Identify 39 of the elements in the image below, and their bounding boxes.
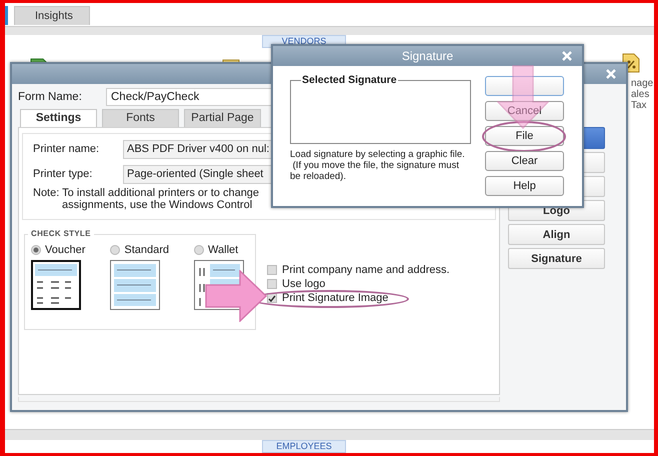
button[interactable]: Clear [485,151,564,171]
tab[interactable]: Settings [20,109,97,127]
radio-button[interactable] [194,245,204,255]
window-title: Signature [402,49,454,63]
radio-button[interactable] [110,245,120,255]
side-label: nage ales Tax [631,78,654,111]
button[interactable] [485,76,564,96]
checkbox-label[interactable]: Use logo [282,278,326,290]
close-icon[interactable] [562,51,572,61]
tab[interactable]: Insights [14,6,90,25]
group-title: CHECK STYLE [28,229,94,238]
section-label: EMPLOYEES [262,440,346,453]
checkbox[interactable] [267,279,277,289]
button[interactable]: Align [508,224,605,245]
checkbox[interactable] [267,293,277,303]
close-icon[interactable] [606,69,616,79]
hint-text: Load signature by selecting a graphic file. (If you move the file, the signature must be reloaded). [290,149,466,182]
note-text: Note: To install additional printers or to change assignments, use the Windows Control [33,187,260,211]
radio-button[interactable] [31,245,41,255]
button[interactable]: File [485,126,564,146]
field-label: Form Name: [18,91,83,103]
check-icon [268,294,276,302]
checkbox-label[interactable]: Print Signature Image [282,292,388,304]
check-layout-icon [31,260,81,310]
button[interactable]: Signature [508,248,605,269]
radio-label[interactable]: Wallet [208,244,238,256]
button[interactable]: Help [485,176,564,196]
check-layout-icon [110,260,160,310]
tab[interactable]: Partial Page [184,109,261,127]
field-label: Printer name: [33,143,100,155]
group-title: Selected Signature [301,74,398,86]
radio-label[interactable]: Voucher [45,244,86,256]
checkbox-label[interactable]: Print company name and address. [282,264,450,276]
annotation-arrow [205,270,267,322]
radio-label[interactable]: Standard [124,244,170,256]
checkbox[interactable] [267,265,277,275]
annotation-arrow [497,65,549,129]
tab[interactable]: Fonts [102,109,179,127]
field-label: Printer type: [33,168,94,180]
